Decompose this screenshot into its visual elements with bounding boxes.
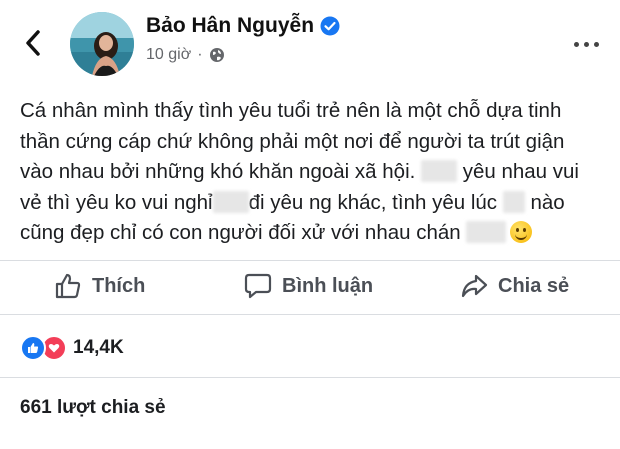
divider — [0, 377, 620, 378]
avatar-photo — [70, 12, 134, 76]
more-dot-icon — [573, 41, 579, 47]
censored-word — [421, 160, 458, 182]
author-name[interactable]: Bảo Hân Nguyễn — [146, 14, 314, 38]
more-dot-icon — [583, 41, 589, 47]
post-line: thần cứng cáp chứ không phải một nơi để … — [20, 129, 565, 153]
back-button[interactable] — [18, 26, 48, 60]
globe-icon — [209, 48, 224, 62]
censored-word — [466, 221, 507, 243]
share-count[interactable]: 661 lượt chia sẻ — [20, 397, 166, 419]
divider — [0, 314, 620, 315]
censored-word — [502, 190, 525, 213]
post-line: vào nhau bởi những khó khăn ngoài xã hội… — [20, 160, 579, 183]
verified-badge-icon — [320, 16, 340, 36]
more-options-button[interactable] — [566, 34, 606, 54]
comment-button[interactable]: Bình luận — [244, 268, 373, 304]
more-dot-icon — [593, 41, 599, 47]
post-meta: 10 giờ · — [146, 46, 225, 64]
smiley-emoji-icon — [510, 221, 533, 243]
reactions-summary[interactable]: 14,4K — [20, 335, 124, 361]
meta-separator: · — [197, 46, 203, 63]
like-label: Thích — [92, 274, 146, 297]
post-text: Cá nhân mình thấy tình yêu tuổi trẻ nên … — [20, 96, 610, 249]
censored-word — [212, 190, 249, 213]
post-line: Cá nhân mình thấy tình yêu tuổi trẻ nên … — [20, 99, 562, 122]
thumbs-up-icon — [55, 273, 81, 299]
post-line: cũng đẹp chỉ có con người đối xử với nha… — [20, 218, 610, 249]
chevron-left-icon — [26, 30, 40, 56]
avatar[interactable] — [70, 12, 134, 76]
reaction-count: 14,4K — [73, 337, 124, 358]
share-label: Chia sẻ — [498, 274, 570, 297]
post-line: vẻ thì yêu ko vui nghỉ đi yêu ng khác, tì… — [20, 190, 565, 214]
divider — [0, 260, 620, 261]
share-arrow-icon — [461, 274, 488, 298]
like-button[interactable]: Thích — [54, 268, 145, 304]
share-button[interactable]: Chia sẻ — [460, 268, 569, 304]
comment-bubble-icon — [244, 273, 272, 299]
post-time[interactable]: 10 giờ — [146, 46, 191, 64]
comment-label: Bình luận — [282, 274, 374, 297]
author-name-row: Bảo Hân Nguyễn — [146, 14, 340, 38]
like-reaction-icon — [20, 335, 46, 361]
